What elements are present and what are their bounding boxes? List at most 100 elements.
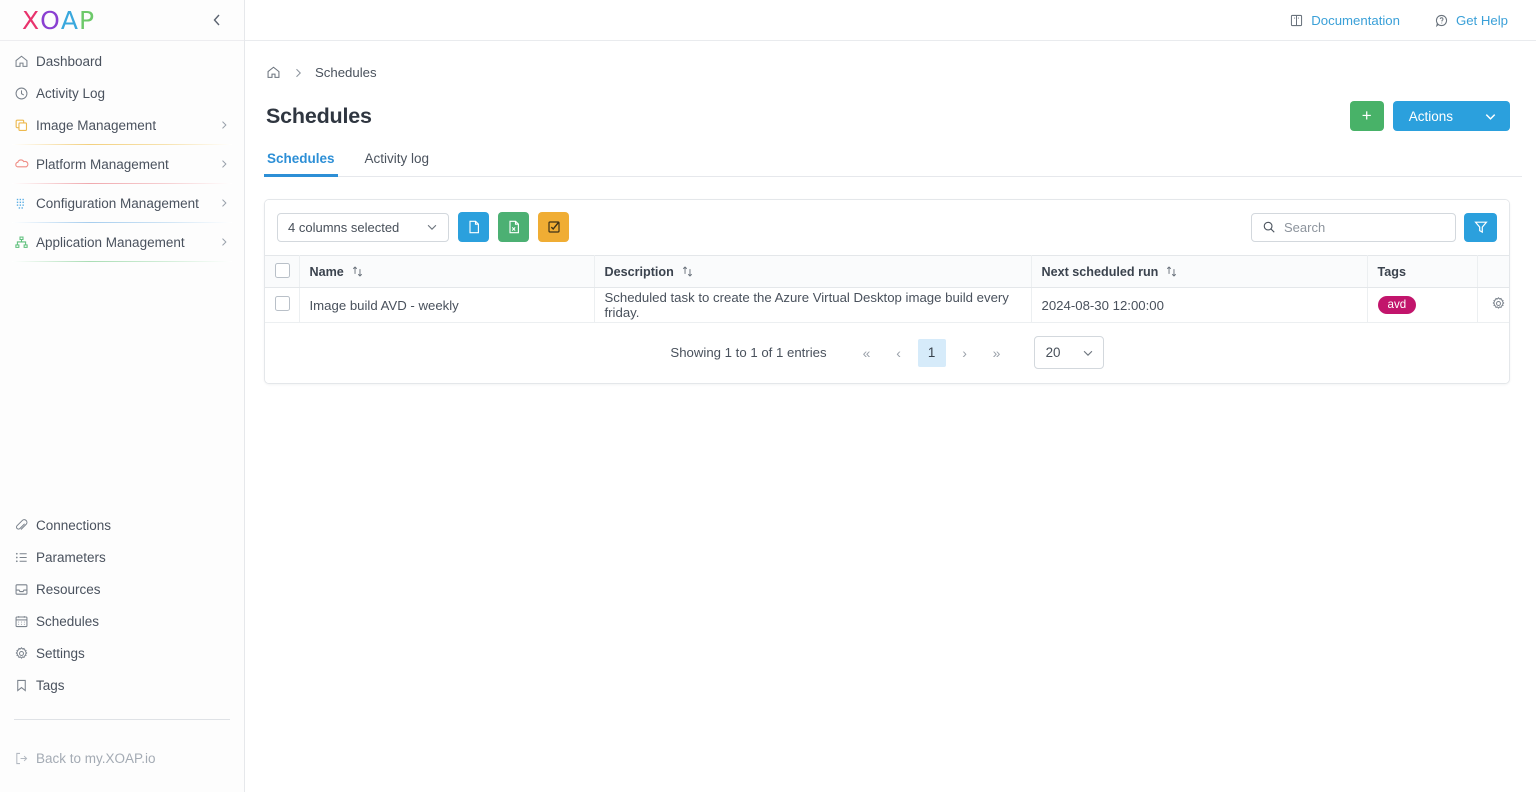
gear-icon bbox=[14, 646, 36, 661]
schedules-table: Name Description Next scheduled run Tags… bbox=[265, 255, 1509, 323]
export-excel-button[interactable] bbox=[498, 212, 529, 242]
cell-name: Image build AVD - weekly bbox=[299, 287, 595, 323]
page-size-value: 20 bbox=[1045, 345, 1061, 360]
select-all-button[interactable] bbox=[538, 212, 569, 242]
sidebar-item-label: Configuration Management bbox=[36, 195, 199, 211]
grid-dots-icon bbox=[14, 196, 36, 211]
table-row[interactable]: Image build AVD - weekly Scheduled task … bbox=[265, 287, 1509, 323]
search-icon bbox=[1262, 220, 1276, 234]
nav-divider-green bbox=[12, 261, 232, 262]
sidebar-item-label: Schedules bbox=[36, 613, 100, 629]
columns-select[interactable]: 4 columns selected bbox=[277, 212, 449, 242]
column-header-actions bbox=[1477, 255, 1509, 288]
documentation-label: Documentation bbox=[1311, 12, 1400, 28]
chevron-right-icon bbox=[218, 119, 230, 131]
question-bubble-icon bbox=[1434, 13, 1449, 28]
sort-arrows-icon bbox=[1166, 265, 1177, 278]
sidebar-header: XOAP bbox=[0, 0, 244, 41]
status-badge[interactable]: avd bbox=[1377, 295, 1417, 315]
book-icon bbox=[1289, 13, 1304, 28]
sidebar-group-configuration-management: Configuration Management bbox=[0, 187, 244, 223]
chevron-left-icon[interactable] bbox=[204, 7, 230, 33]
cell-description: Scheduled task to create the Azure Virtu… bbox=[594, 287, 1032, 323]
get-help-link[interactable]: Get Help bbox=[1434, 13, 1508, 28]
breadcrumb: Schedules bbox=[264, 65, 1522, 80]
pagination-last-button[interactable]: » bbox=[984, 340, 1010, 366]
select-all-header bbox=[265, 255, 300, 288]
pagination-next-button[interactable]: › bbox=[952, 340, 978, 366]
logo-letter-a: A bbox=[60, 5, 79, 35]
table-body: Image build AVD - weekly Scheduled task … bbox=[265, 287, 1509, 323]
sidebar-item-platform-management[interactable]: Platform Management bbox=[0, 148, 244, 180]
select-all-checkbox[interactable] bbox=[275, 262, 290, 278]
layers-icon bbox=[14, 118, 36, 133]
sidebar-item-parameters[interactable]: Parameters bbox=[0, 541, 244, 573]
sidebar-item-settings[interactable]: Settings bbox=[0, 637, 244, 669]
sidebar-item-schedules[interactable]: Schedules bbox=[0, 605, 244, 637]
sidebar-item-activity-log[interactable]: Activity Log bbox=[0, 77, 244, 109]
row-select-cell bbox=[265, 287, 300, 323]
table-head: Name Description Next scheduled run Tags bbox=[265, 255, 1509, 288]
breadcrumb-home-icon[interactable] bbox=[266, 65, 281, 80]
export-csv-button[interactable] bbox=[458, 212, 489, 242]
tab-activity-log[interactable]: Activity log bbox=[364, 151, 431, 176]
sidebar: XOAP Dashboard Activity Log Image Manage… bbox=[0, 0, 245, 792]
xoap-logo[interactable]: XOAP bbox=[22, 8, 95, 33]
column-header-name[interactable]: Name bbox=[299, 255, 595, 288]
cell-next-scheduled-run: 2024-08-30 12:00:00 bbox=[1031, 287, 1368, 323]
filter-button[interactable] bbox=[1464, 212, 1497, 242]
sidebar-item-connections[interactable]: Connections bbox=[0, 509, 244, 541]
sidebar-item-label: Platform Management bbox=[36, 156, 169, 172]
row-checkbox[interactable] bbox=[275, 296, 290, 311]
sidebar-secondary-nav: Connections Parameters Resources Schedul… bbox=[0, 509, 244, 792]
sidebar-item-label: Application Management bbox=[36, 234, 185, 250]
sort-arrows-icon bbox=[682, 265, 693, 278]
chevron-down-icon bbox=[425, 220, 439, 234]
toolbar-right bbox=[1251, 212, 1497, 242]
breadcrumb-separator bbox=[292, 67, 304, 79]
logo-letter-p: P bbox=[78, 5, 96, 35]
back-to-myxoap-label: Back to my.XOAP.io bbox=[36, 750, 156, 766]
calendar-icon bbox=[14, 614, 36, 629]
file-icon bbox=[466, 219, 482, 235]
sidebar-item-configuration-management[interactable]: Configuration Management bbox=[0, 187, 244, 219]
pagination: Showing 1 to 1 of 1 entries « ‹ 1 › » 20 bbox=[265, 323, 1509, 383]
documentation-link[interactable]: Documentation bbox=[1289, 13, 1400, 28]
sidebar-primary-nav: Dashboard Activity Log Image Management bbox=[0, 41, 244, 265]
clock-icon bbox=[14, 86, 36, 101]
sidebar-item-image-management[interactable]: Image Management bbox=[0, 109, 244, 141]
actions-button[interactable]: Actions bbox=[1392, 101, 1510, 131]
actions-button-label: Actions bbox=[1408, 108, 1453, 124]
plus-icon: + bbox=[1361, 106, 1372, 125]
breadcrumb-current[interactable]: Schedules bbox=[315, 65, 377, 80]
search-box[interactable] bbox=[1251, 212, 1456, 242]
sidebar-item-tags[interactable]: Tags bbox=[0, 669, 244, 701]
gear-icon[interactable] bbox=[1491, 296, 1506, 311]
chevron-right-icon bbox=[218, 236, 230, 248]
logout-icon bbox=[14, 751, 36, 766]
pagination-prev-button[interactable]: ‹ bbox=[886, 340, 912, 366]
pagination-info: Showing 1 to 1 of 1 entries bbox=[670, 345, 827, 360]
tab-schedules[interactable]: Schedules bbox=[264, 151, 338, 177]
page-header-actions: + Actions bbox=[1349, 101, 1522, 131]
sidebar-item-dashboard[interactable]: Dashboard bbox=[0, 45, 244, 77]
chevron-right-icon bbox=[218, 158, 230, 170]
back-to-myxoap-link[interactable]: Back to my.XOAP.io bbox=[0, 742, 244, 774]
table-header-row: Name Description Next scheduled run Tags bbox=[265, 255, 1509, 288]
search-input[interactable] bbox=[1284, 219, 1445, 235]
chevron-down-icon bbox=[1483, 109, 1498, 124]
column-header-description[interactable]: Description bbox=[594, 255, 1032, 288]
pagination-page-1[interactable]: 1 bbox=[917, 338, 946, 367]
column-header-label: Next scheduled run bbox=[1041, 264, 1159, 279]
inbox-icon bbox=[14, 582, 36, 597]
chevron-down-icon bbox=[1081, 346, 1095, 360]
add-schedule-button[interactable]: + bbox=[1349, 101, 1384, 131]
sidebar-item-label: Activity Log bbox=[36, 85, 106, 101]
page-size-select[interactable]: 20 bbox=[1033, 336, 1104, 369]
pagination-first-button[interactable]: « bbox=[854, 340, 880, 366]
sidebar-item-application-management[interactable]: Application Management bbox=[0, 226, 244, 258]
chevron-right-icon bbox=[218, 197, 230, 209]
column-header-next-scheduled-run[interactable]: Next scheduled run bbox=[1031, 255, 1368, 288]
sidebar-group-application-management: Application Management bbox=[0, 226, 244, 262]
sidebar-item-resources[interactable]: Resources bbox=[0, 573, 244, 605]
